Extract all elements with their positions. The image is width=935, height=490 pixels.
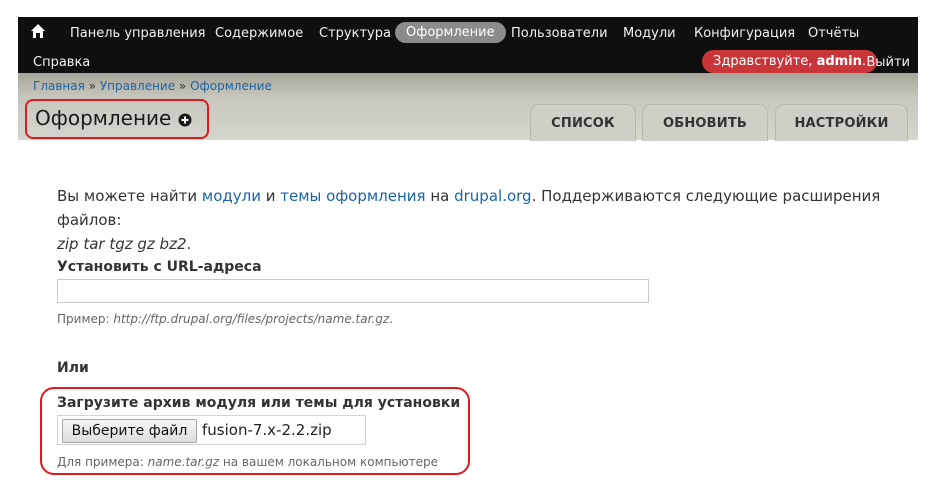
- file-upload-field[interactable]: Выберите файл fusion-7.x-2.2.zip: [57, 415, 366, 445]
- page-title: Оформление: [35, 106, 172, 130]
- page-title-highlight: Оформление: [25, 99, 209, 139]
- user-greeting-badge[interactable]: Здравствуйте, admin.: [702, 50, 878, 73]
- intro-text-part: и: [260, 187, 281, 205]
- tab-settings[interactable]: НАСТРОЙКИ: [775, 104, 908, 141]
- home-icon[interactable]: [30, 23, 46, 39]
- breadcrumb-admin[interactable]: Управление: [100, 79, 175, 93]
- url-install-label: Установить с URL-адреса: [57, 259, 262, 275]
- toolbar-item-content[interactable]: Содержимое: [215, 26, 303, 41]
- breadcrumb-home[interactable]: Главная: [33, 79, 85, 93]
- hint-example: name.tar.gz: [147, 455, 220, 469]
- toolbar-item-modules[interactable]: Модули: [623, 26, 676, 41]
- intro-text: Вы можете найти модули и темы оформления…: [57, 184, 897, 256]
- upload-hint: Для примера: name.tar.gz на вашем локаль…: [57, 455, 438, 469]
- hint-suffix: на вашем локальном компьютере: [219, 455, 439, 469]
- toolbar-help-link[interactable]: Справка: [33, 55, 90, 70]
- hint-suffix: .: [389, 312, 393, 326]
- logout-link[interactable]: Выйти: [866, 55, 910, 70]
- or-label: Или: [57, 360, 89, 376]
- admin-toolbar: Панель управления Содержимое Структура О…: [18, 17, 918, 73]
- intro-text-part: Вы можете найти: [57, 187, 202, 205]
- page-header: Главная » Управление » Оформление Оформл…: [18, 73, 918, 141]
- url-install-hint: Пример: http://ftp.drupal.org/files/proj…: [57, 312, 393, 326]
- hint-prefix: Для примера:: [57, 455, 148, 469]
- intro-text-end: .: [186, 235, 192, 253]
- toolbar-item-dashboard[interactable]: Панель управления: [70, 26, 206, 41]
- breadcrumb: Главная » Управление » Оформление: [33, 79, 272, 93]
- themes-link[interactable]: темы оформления: [280, 187, 425, 205]
- toolbar-item-reports[interactable]: Отчёты: [808, 26, 859, 41]
- tab-update[interactable]: ОБНОВИТЬ: [642, 104, 768, 141]
- hint-prefix: Пример:: [57, 312, 114, 326]
- greeting-text: Здравствуйте,: [713, 54, 817, 69]
- tab-list[interactable]: СПИСОК: [530, 104, 636, 141]
- breadcrumb-appearance[interactable]: Оформление: [190, 79, 272, 93]
- file-extensions: zip tar tgz gz bz2: [57, 235, 187, 253]
- username: admin: [816, 54, 862, 69]
- toolbar-item-appearance[interactable]: Оформление: [395, 22, 506, 43]
- breadcrumb-separator: »: [175, 79, 191, 93]
- url-install-input[interactable]: [57, 279, 649, 303]
- intro-text-part: на: [425, 187, 455, 205]
- modules-link[interactable]: модули: [202, 187, 261, 205]
- breadcrumb-separator: »: [84, 79, 100, 93]
- toolbar-item-people[interactable]: Пользователи: [511, 26, 608, 41]
- toolbar-item-structure[interactable]: Структура: [319, 26, 391, 41]
- toolbar-item-configuration[interactable]: Конфигурация: [694, 26, 795, 41]
- hint-example: http://ftp.drupal.org/files/projects/nam…: [113, 312, 390, 326]
- upload-label: Загрузите архив модуля или темы для уста…: [57, 395, 461, 411]
- selected-file-name: fusion-7.x-2.2.zip: [202, 421, 332, 439]
- plus-circle-icon[interactable]: [178, 113, 192, 127]
- drupal-org-link[interactable]: drupal.org: [454, 187, 531, 205]
- choose-file-button[interactable]: Выберите файл: [62, 419, 197, 443]
